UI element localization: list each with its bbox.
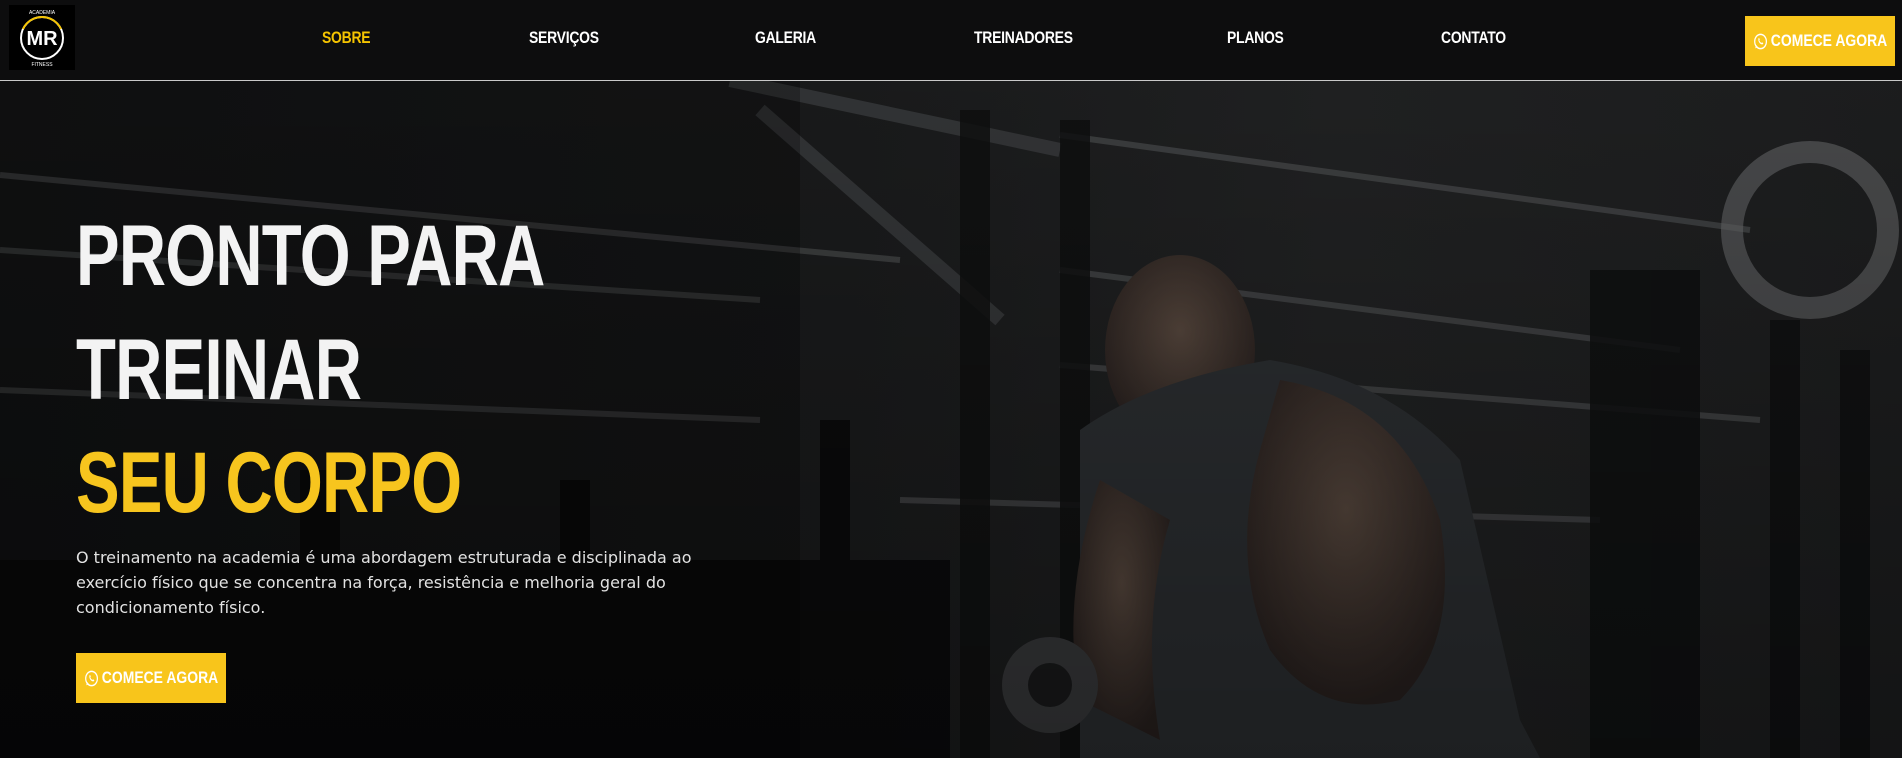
top-navbar: MR ACADEMIA FITNESS SOBRE SERVIÇOS GALER… xyxy=(0,0,1902,81)
hero-cta-button[interactable]: COMECE AGORA xyxy=(76,653,226,703)
hero-description: O treinamento na academia é uma abordage… xyxy=(76,548,692,617)
nav-item-sobre[interactable]: SOBRE xyxy=(322,28,371,48)
logo[interactable]: MR ACADEMIA FITNESS xyxy=(9,5,75,70)
nav-cta-button[interactable]: COMECE AGORA xyxy=(1745,16,1895,66)
nav-item-planos[interactable]: PLANOS xyxy=(1227,28,1284,48)
landing-page: MR ACADEMIA FITNESS SOBRE SERVIÇOS GALER… xyxy=(0,0,1902,758)
mr-fitness-logo-icon: MR ACADEMIA FITNESS xyxy=(9,5,75,70)
hero-cta-label: COMECE AGORA xyxy=(101,668,219,687)
hero-title-line-3: SEU CORPO xyxy=(76,435,462,531)
nav-cta-label: COMECE AGORA xyxy=(1770,31,1888,50)
nav-item-galeria[interactable]: GALERIA xyxy=(755,28,816,48)
hero-title-line-2: TREINAR xyxy=(76,322,362,418)
svg-text:ACADEMIA: ACADEMIA xyxy=(29,10,56,16)
nav-item-contato[interactable]: CONTATO xyxy=(1441,28,1506,48)
whatsapp-icon xyxy=(84,669,100,688)
nav-item-servicos[interactable]: SERVIÇOS xyxy=(529,28,599,48)
nav-item-treinadores[interactable]: TREINADORES xyxy=(974,28,1073,48)
svg-text:FITNESS: FITNESS xyxy=(31,62,53,68)
svg-text:MR: MR xyxy=(26,28,58,50)
hero-title-line-1: PRONTO PARA xyxy=(76,208,545,304)
whatsapp-icon xyxy=(1753,32,1769,51)
